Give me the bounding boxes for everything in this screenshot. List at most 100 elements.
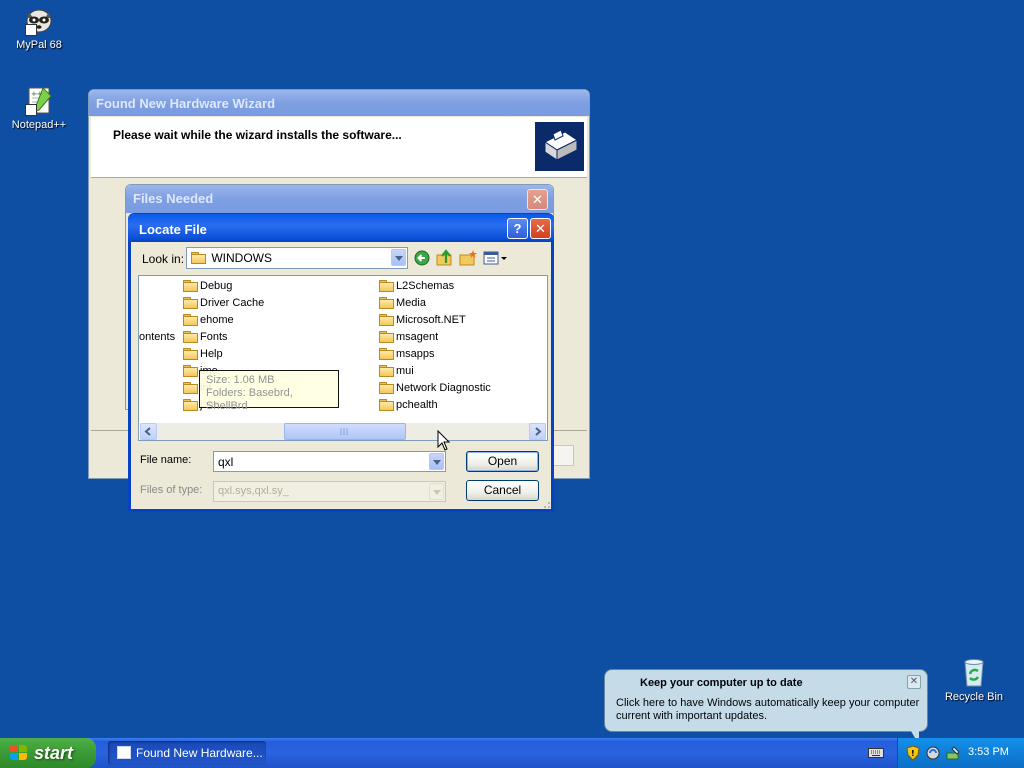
windows-logo-icon xyxy=(10,745,28,761)
folder-tooltip: Size: 1.06 MB Folders: Basebrd, ShellBrd xyxy=(199,370,339,412)
horizontal-scrollbar[interactable] xyxy=(140,423,546,440)
files-needed-titlebar[interactable]: Files Needed ✕ xyxy=(126,185,553,213)
folder-icon xyxy=(183,296,198,309)
folder-icon xyxy=(183,398,198,411)
file-name-value: qxl xyxy=(218,455,234,469)
desktop-icon-mypal[interactable]: MyPal 68 xyxy=(0,4,78,51)
desktop-icon-recycle-bin[interactable]: Recycle Bin xyxy=(935,656,1013,703)
wizard-title: Found New Hardware Wizard xyxy=(96,96,276,111)
look-in-value: WINDOWS xyxy=(211,251,272,265)
start-button[interactable]: start xyxy=(0,738,96,768)
list-item[interactable]: Network Diagnostic xyxy=(379,380,491,396)
update-balloon[interactable]: Keep your computer up to date ✕ Click he… xyxy=(604,669,928,745)
list-item[interactable]: Fonts xyxy=(183,329,228,345)
folder-icon xyxy=(379,313,394,326)
folder-icon xyxy=(379,381,394,394)
wizard-hidden-button xyxy=(554,445,574,466)
list-item[interactable]: pchealth xyxy=(379,397,438,413)
system-tray: ! 3:53 PM xyxy=(897,738,1024,768)
scroll-left-button[interactable] xyxy=(140,423,157,440)
file-name-combo[interactable]: qxl xyxy=(213,451,446,472)
folder-icon xyxy=(183,364,198,377)
tooltip-folders: Folders: Basebrd, ShellBrd xyxy=(206,387,293,412)
notepadpp-icon: ++ xyxy=(23,84,55,116)
chevron-down-icon[interactable] xyxy=(391,249,406,266)
folder-icon xyxy=(379,279,394,292)
taskbar-item-wizard[interactable]: Found New Hardware... xyxy=(108,741,266,765)
folder-icon xyxy=(379,330,394,343)
taskbar: start Found New Hardware... ! 3:53 PM xyxy=(0,738,1024,768)
new-folder-icon[interactable] xyxy=(459,249,477,267)
cancel-button[interactable]: Cancel xyxy=(466,480,539,501)
balloon-body: Click here to have Windows automatically… xyxy=(616,697,920,722)
locate-file-titlebar[interactable]: Locate File ? ✕ xyxy=(128,214,554,242)
up-folder-icon[interactable] xyxy=(436,249,454,267)
list-item[interactable]: mui xyxy=(379,363,414,379)
chevron-down-icon xyxy=(429,483,444,500)
list-item[interactable]: Media xyxy=(379,295,426,311)
wizard-titlebar[interactable]: Found New Hardware Wizard xyxy=(89,90,589,116)
list-item[interactable]: msapps xyxy=(379,346,435,362)
list-item[interactable]: msagent xyxy=(379,329,438,345)
clock[interactable]: 3:53 PM xyxy=(968,746,1009,758)
close-button[interactable]: ✕ xyxy=(530,218,551,239)
taskbar-item-label: Found New Hardware... xyxy=(136,746,263,760)
resize-grip-icon[interactable] xyxy=(541,499,551,509)
folder-icon xyxy=(379,296,394,309)
wizard-heading: Please wait while the wizard installs th… xyxy=(113,128,402,142)
wizard-header-panel: Please wait while the wizard installs th… xyxy=(91,117,587,178)
svg-text:!: ! xyxy=(911,749,915,758)
files-of-type-value: qxl.sys,qxl.sy_ xyxy=(218,485,289,497)
shortcut-arrow-icon xyxy=(25,24,37,36)
back-icon[interactable] xyxy=(414,250,430,266)
raccoon-icon xyxy=(23,4,55,36)
folder-icon xyxy=(183,313,198,326)
list-item[interactable]: Microsoft.NET xyxy=(379,312,466,328)
desktop-icon-label: Notepad++ xyxy=(11,119,67,131)
tooltip-size: Size: 1.06 MB xyxy=(206,374,275,386)
files-of-type-label: Files of type: xyxy=(140,484,203,496)
scroll-right-button[interactable] xyxy=(529,423,546,440)
file-name-label: File name: xyxy=(140,454,192,466)
window-icon xyxy=(117,746,131,759)
file-list[interactable]: ontents Debug Driver Cache ehome Fonts H… xyxy=(138,275,548,441)
security-shield-icon[interactable]: ! xyxy=(906,745,920,761)
list-item[interactable]: Debug xyxy=(183,278,232,294)
folder-icon xyxy=(379,364,394,377)
help-button[interactable]: ? xyxy=(507,218,528,239)
folder-icon xyxy=(379,398,394,411)
open-button[interactable]: Open xyxy=(466,451,539,472)
balloon-close-button[interactable]: ✕ xyxy=(907,675,921,689)
svg-text:++: ++ xyxy=(31,90,43,98)
files-needed-close-button[interactable]: ✕ xyxy=(527,189,548,210)
folder-icon xyxy=(191,252,206,265)
balloon-title: Keep your computer up to date xyxy=(640,677,803,689)
view-menu-icon[interactable] xyxy=(483,250,509,266)
folder-icon xyxy=(183,347,198,360)
start-label: start xyxy=(34,743,74,763)
partial-column-label: ontents xyxy=(139,331,176,343)
list-item[interactable]: Driver Cache xyxy=(183,295,264,311)
look-in-label: Look in: xyxy=(142,252,185,266)
locate-file-title: Locate File xyxy=(139,222,207,237)
list-item[interactable]: L2Schemas xyxy=(379,278,454,294)
safely-remove-hardware-icon[interactable] xyxy=(945,745,961,761)
desktop-icon-label: Recycle Bin xyxy=(944,691,1004,703)
shortcut-arrow-icon xyxy=(25,104,37,116)
look-in-combo[interactable]: WINDOWS xyxy=(186,247,408,269)
locate-file-window[interactable]: Locate File ? ✕ Look in: WINDOWS ontents… xyxy=(128,213,554,512)
folder-icon xyxy=(183,330,198,343)
hardware-wizard-icon xyxy=(535,122,584,171)
keyboard-icon[interactable] xyxy=(868,747,884,759)
list-item[interactable]: ehome xyxy=(183,312,234,328)
folder-icon xyxy=(183,381,198,394)
list-item[interactable]: Help xyxy=(183,346,223,362)
desktop-icon-notepadpp[interactable]: ++ Notepad++ xyxy=(0,84,78,131)
scroll-thumb[interactable] xyxy=(284,423,406,440)
folder-icon xyxy=(183,279,198,292)
folder-icon xyxy=(379,347,394,360)
files-of-type-combo[interactable]: qxl.sys,qxl.sy_ xyxy=(213,481,446,502)
chevron-down-icon[interactable] xyxy=(429,453,444,470)
network-icon[interactable] xyxy=(926,745,940,761)
desktop-icon-label: MyPal 68 xyxy=(16,39,62,51)
